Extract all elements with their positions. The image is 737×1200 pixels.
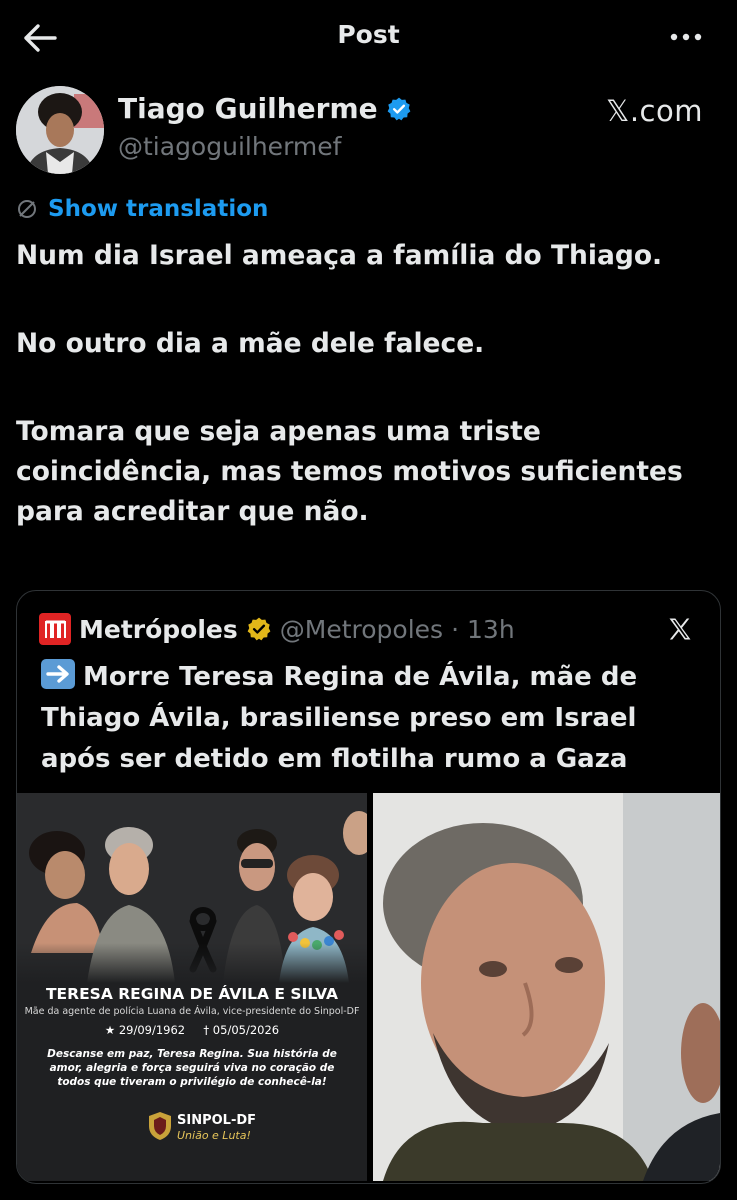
page-title: Post bbox=[337, 20, 400, 49]
card-motto: União e Luta! bbox=[177, 1129, 251, 1142]
news-photo-image[interactable] bbox=[373, 793, 720, 1181]
memorial-photos bbox=[17, 793, 367, 983]
memorial-card-image[interactable]: TERESA REGINA DE ÁVILA E SILVA Mãe da ag… bbox=[17, 793, 367, 1181]
quoted-post-text: Morre Teresa Regina de Ávila, mãe de Thi… bbox=[41, 657, 701, 780]
sinpol-seal-icon bbox=[149, 1112, 171, 1140]
metropoles-logo-icon bbox=[39, 613, 71, 645]
card-message: Descanse em paz, Teresa Regina. Sua hist… bbox=[47, 1048, 337, 1088]
verified-gold-badge-icon bbox=[247, 617, 271, 641]
x-logo-icon bbox=[669, 618, 691, 640]
card-subtitle: Mãe da agente de polícia Luana de Ávila,… bbox=[24, 1006, 360, 1017]
source-label: 𝕏.com bbox=[605, 94, 703, 128]
author-handle[interactable]: @tiagoguilhermef bbox=[118, 132, 341, 161]
card-dates: ★ 29/09/1962 † 05/05/2026 bbox=[17, 1023, 367, 1037]
post-paragraph: Tomara que seja apenas uma triste coinci… bbox=[16, 416, 683, 527]
quoted-author-name[interactable]: Metrópoles bbox=[79, 615, 238, 644]
post-paragraph: No outro dia a mãe dele falece. bbox=[16, 328, 485, 359]
post-text: Num dia Israel ameaça a família do Thiag… bbox=[16, 236, 716, 532]
card-birth-date: ★ 29/09/1962 bbox=[104, 1023, 186, 1037]
post-paragraph: Num dia Israel ameaça a família do Thiag… bbox=[16, 240, 663, 271]
separator-dot: · bbox=[451, 614, 460, 644]
author-name-row[interactable]: Tiago Guilherme bbox=[118, 92, 412, 125]
show-translation-label: Show translation bbox=[48, 196, 269, 222]
man-portrait bbox=[373, 793, 720, 1181]
avatar[interactable] bbox=[16, 86, 104, 174]
quoted-author-handle[interactable]: @Metropoles bbox=[280, 615, 443, 644]
card-organization: SINPOL-DF bbox=[177, 1113, 257, 1128]
card-title: TERESA REGINA DE ÁVILA E SILVA bbox=[45, 985, 339, 1003]
quoted-timestamp[interactable]: 13h bbox=[467, 615, 515, 644]
quoted-post-text-content: Morre Teresa Regina de Ávila, mãe de Thi… bbox=[41, 662, 638, 774]
translate-icon bbox=[18, 200, 36, 218]
card-death-date: † 05/05/2026 bbox=[203, 1023, 280, 1037]
show-translation-link[interactable]: Show translation bbox=[16, 196, 268, 222]
quoted-post-header: Metrópoles @Metropoles · 13h bbox=[39, 613, 515, 645]
right-arrow-emoji-icon bbox=[41, 659, 75, 689]
verified-badge-icon bbox=[387, 97, 411, 120]
quoted-post[interactable]: Metrópoles @Metropoles · 13h Morre Teres… bbox=[16, 590, 721, 1184]
top-bar: Post bbox=[0, 0, 737, 76]
author-name[interactable]: Tiago Guilherme bbox=[118, 92, 378, 125]
more-options-icon[interactable] bbox=[669, 24, 703, 50]
